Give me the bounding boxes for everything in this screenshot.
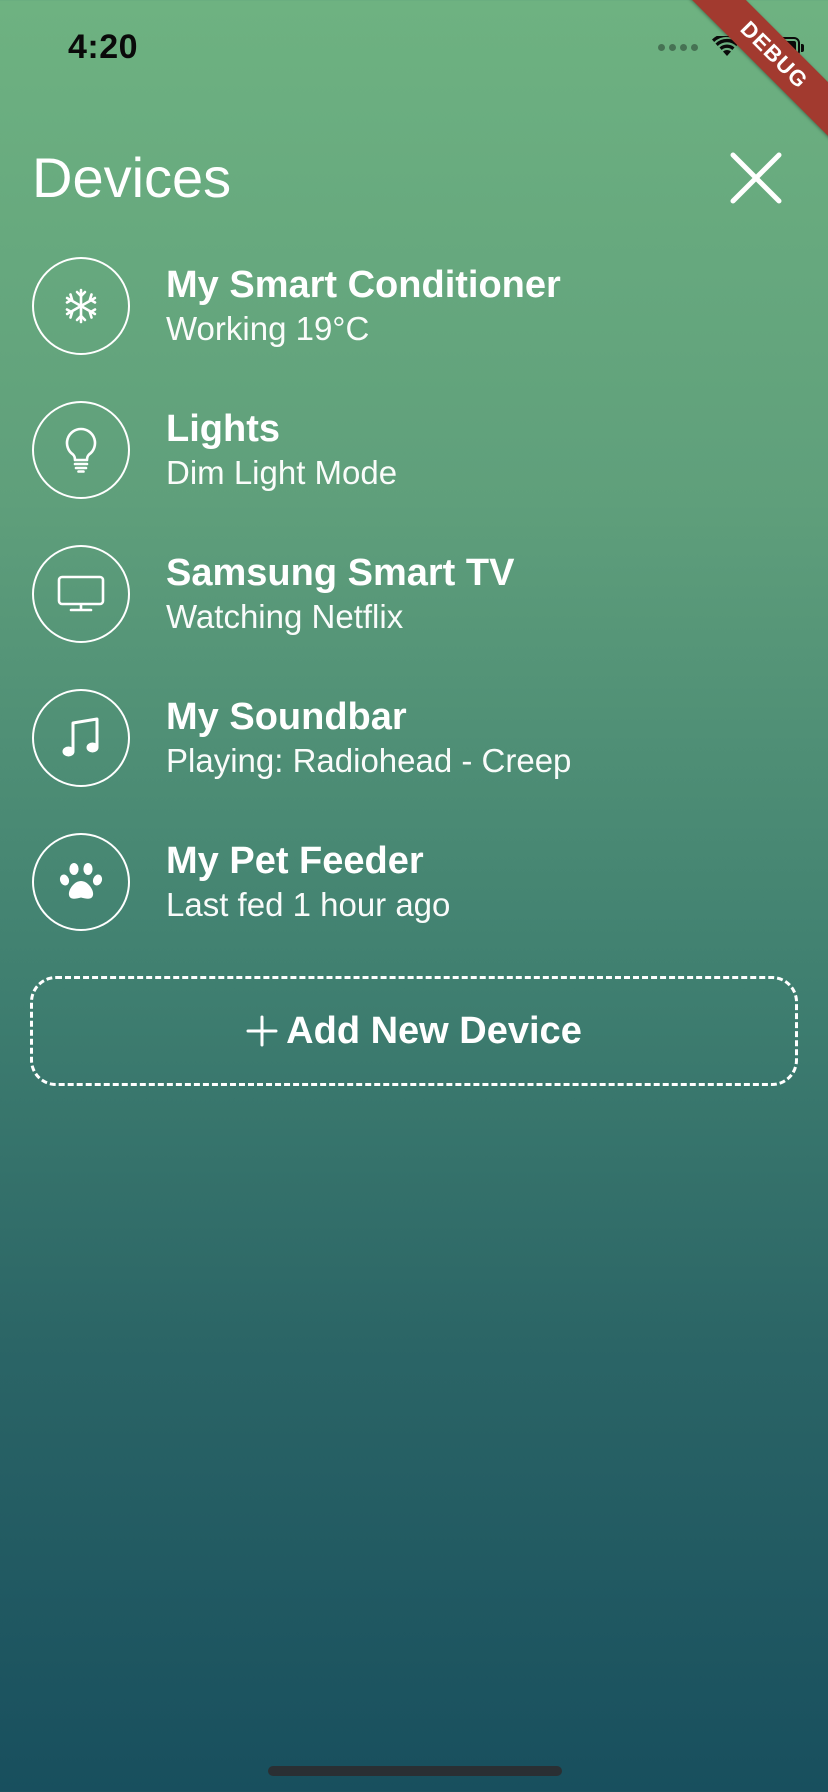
device-text: My Soundbar Playing: Radiohead - Creep — [166, 695, 571, 781]
device-name: My Soundbar — [166, 696, 407, 738]
device-name: Lights — [166, 408, 280, 450]
device-icon-circle — [32, 689, 130, 787]
header: Devices — [32, 140, 788, 220]
device-text: Samsung Smart TV Watching Netflix — [166, 551, 514, 637]
status-time: 4:20 — [68, 28, 139, 66]
device-text: My Smart Conditioner Working 19°C — [166, 263, 561, 349]
device-item-smart-tv[interactable]: Samsung Smart TV Watching Netflix — [32, 544, 796, 644]
device-name: My Smart Conditioner — [166, 264, 561, 306]
close-button[interactable] — [724, 146, 788, 210]
cellular-dots-icon — [658, 43, 698, 51]
device-item-pet-feeder[interactable]: My Pet Feeder Last fed 1 hour ago — [32, 832, 796, 932]
status-bar: 4:20 — [0, 0, 828, 100]
close-icon — [730, 152, 782, 204]
tv-icon — [57, 575, 105, 612]
device-status: Dim Light Mode — [166, 454, 398, 491]
add-new-device-label: Add New Device — [286, 1009, 582, 1052]
device-icon-circle — [32, 833, 130, 931]
device-status: Playing: Radiohead - Creep — [166, 742, 572, 779]
paw-icon — [59, 863, 103, 899]
plus-icon — [246, 1015, 278, 1047]
device-text: Lights Dim Light Mode — [166, 407, 397, 493]
device-item-soundbar[interactable]: My Soundbar Playing: Radiohead - Creep — [32, 688, 796, 788]
home-indicator[interactable] — [268, 1766, 562, 1776]
music-note-icon — [62, 717, 99, 757]
device-list: My Smart Conditioner Working 19°C Lights… — [32, 256, 796, 976]
device-status: Working 19°C — [166, 310, 370, 347]
snowflake-icon — [65, 288, 97, 324]
device-name: My Pet Feeder — [166, 840, 424, 882]
device-icon-circle — [32, 545, 130, 643]
device-status: Last fed 1 hour ago — [166, 886, 451, 923]
device-icon-circle — [32, 257, 130, 355]
device-text: My Pet Feeder Last fed 1 hour ago — [166, 839, 450, 925]
lightbulb-icon — [65, 427, 97, 473]
add-new-device-button[interactable]: Add New Device — [30, 976, 798, 1086]
device-item-smart-conditioner[interactable]: My Smart Conditioner Working 19°C — [32, 256, 796, 356]
device-status: Watching Netflix — [166, 598, 404, 635]
device-icon-circle — [32, 401, 130, 499]
page-title: Devices — [32, 146, 232, 209]
device-name: Samsung Smart TV — [166, 552, 515, 594]
device-item-lights[interactable]: Lights Dim Light Mode — [32, 400, 796, 500]
